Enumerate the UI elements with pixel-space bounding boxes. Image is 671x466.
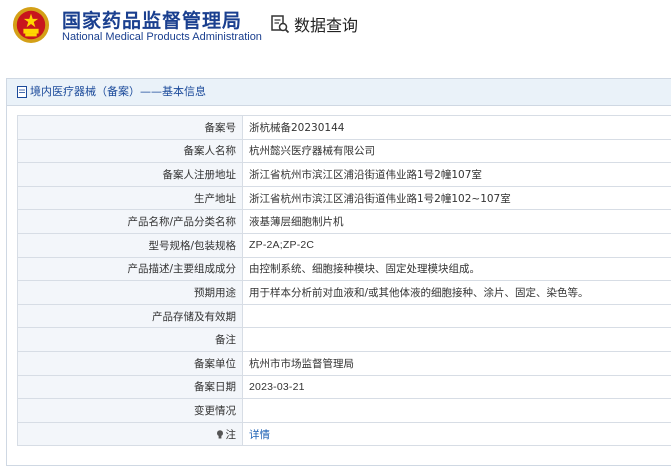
detail-table: 备案号 浙杭械备20230144 备案人名称 杭州懿兴医疗器械有限公司 备案人注… <box>17 115 671 446</box>
row-value <box>243 399 671 423</box>
panel-title: 境内医疗器械（备案）——基本信息 <box>7 79 671 106</box>
table-row: 注 详情 <box>18 422 671 446</box>
row-value: ZP-2A;ZP-2C <box>243 233 671 257</box>
row-value: 浙杭械备20230144 <box>243 116 671 140</box>
row-value: 用于样本分析前对血液和/或其他体液的细胞接种、涂片、固定、染色等。 <box>243 281 671 305</box>
table-row: 产品名称/产品分类名称 液基薄层细胞制片机 <box>18 210 671 234</box>
row-value: 详情 <box>243 422 671 446</box>
brand-subtitle: National Medical Products Administration <box>62 31 262 43</box>
table-row: 产品存储及有效期 <box>18 304 671 328</box>
lightbulb-icon <box>216 430 224 439</box>
data-query-label: 数据查询 <box>294 12 358 36</box>
row-label: 产品存储及有效期 <box>18 304 243 328</box>
row-label: 产品描述/主要组成成分 <box>18 257 243 281</box>
row-value: 浙江省杭州市滨江区浦沿街道伟业路1号2幢102~107室 <box>243 186 671 210</box>
row-value <box>243 328 671 352</box>
brand-title[interactable]: 国家药品监督管理局 <box>62 6 242 33</box>
row-label: 备案人注册地址 <box>18 163 243 187</box>
basic-info-panel: 境内医疗器械（备案）——基本信息 备案号 浙杭械备20230144 备案人名称 … <box>6 78 671 466</box>
row-label: 型号规格/包装规格 <box>18 233 243 257</box>
table-row: 备案号 浙杭械备20230144 <box>18 116 671 140</box>
table-row: 变更情况 <box>18 399 671 423</box>
table-row: 型号规格/包装规格 ZP-2A;ZP-2C <box>18 233 671 257</box>
row-label: 备案号 <box>18 116 243 140</box>
row-label: 生产地址 <box>18 186 243 210</box>
row-label: 预期用途 <box>18 281 243 305</box>
data-query-link[interactable]: 数据查询 <box>270 12 358 36</box>
site-header: 国家药品监督管理局 National Medical Products Admi… <box>0 0 671 62</box>
details-link[interactable]: 详情 <box>249 429 270 441</box>
row-value: 杭州懿兴医疗器械有限公司 <box>243 139 671 163</box>
note-label-text: 注 <box>226 427 237 442</box>
search-doc-icon <box>270 14 290 34</box>
national-emblem-icon <box>12 6 50 44</box>
table-row: 备案人注册地址 浙江省杭州市滨江区浦沿街道伟业路1号2幢107室 <box>18 163 671 187</box>
document-icon <box>17 86 27 98</box>
row-label: 备案单位 <box>18 351 243 375</box>
table-row: 备案单位 杭州市市场监督管理局 <box>18 351 671 375</box>
table-row: 备案日期 2023-03-21 <box>18 375 671 399</box>
row-value: 杭州市市场监督管理局 <box>243 351 671 375</box>
panel-title-text: 境内医疗器械（备案）——基本信息 <box>30 79 206 105</box>
row-label: 备案人名称 <box>18 139 243 163</box>
row-value: 2023-03-21 <box>243 375 671 399</box>
table-row: 备案人名称 杭州懿兴医疗器械有限公司 <box>18 139 671 163</box>
row-label: 备注 <box>18 328 243 352</box>
note-row-label: 注 <box>18 422 243 446</box>
row-value <box>243 304 671 328</box>
table-row: 生产地址 浙江省杭州市滨江区浦沿街道伟业路1号2幢102~107室 <box>18 186 671 210</box>
row-value: 液基薄层细胞制片机 <box>243 210 671 234</box>
row-value: 由控制系统、细胞接种模块、固定处理模块组成。 <box>243 257 671 281</box>
row-label: 备案日期 <box>18 375 243 399</box>
table-row: 备注 <box>18 328 671 352</box>
row-value: 浙江省杭州市滨江区浦沿街道伟业路1号2幢107室 <box>243 163 671 187</box>
row-label: 变更情况 <box>18 399 243 423</box>
table-row: 产品描述/主要组成成分 由控制系统、细胞接种模块、固定处理模块组成。 <box>18 257 671 281</box>
table-row: 预期用途 用于样本分析前对血液和/或其他体液的细胞接种、涂片、固定、染色等。 <box>18 281 671 305</box>
row-label: 产品名称/产品分类名称 <box>18 210 243 234</box>
